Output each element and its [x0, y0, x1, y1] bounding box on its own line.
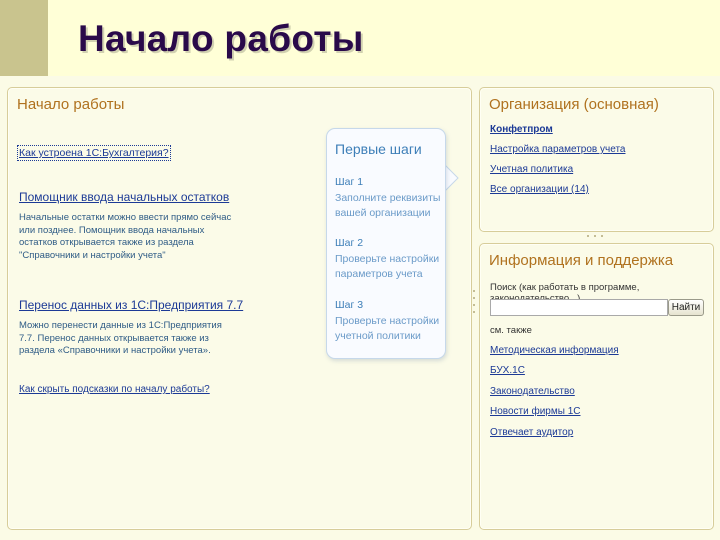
data-transfer-description: Можно перенести данные из 1С:Предприятия…: [19, 320, 222, 356]
horizontal-splitter-grip[interactable]: [585, 234, 605, 239]
opening-balances-description: Начальные остатки можно ввести прямо сей…: [19, 212, 232, 261]
buh-1c-link[interactable]: БУХ.1С: [490, 365, 525, 376]
search-button[interactable]: Найти: [668, 299, 704, 316]
organization-name-link[interactable]: Конфетпром: [490, 124, 553, 135]
search-input[interactable]: [490, 299, 668, 316]
step-3-text[interactable]: Проверьте настройки учетной политики: [335, 314, 445, 344]
step-2-label: Шаг 2: [335, 237, 364, 249]
see-also-label: см. также: [490, 325, 532, 336]
auditor-answers-link[interactable]: Отвечает аудитор: [490, 427, 573, 438]
info-support-panel: Информация и поддержка Поиск (как работа…: [479, 243, 714, 530]
slide-title-accent: [0, 0, 48, 76]
first-steps-title: Первые шаги: [335, 141, 422, 157]
start-panel-title: Начало работы: [17, 96, 125, 113]
step-1-text[interactable]: Заполните реквизиты вашей организации: [335, 191, 445, 221]
slide-title: Начало работы: [78, 18, 364, 59]
organization-panel-title: Организация (основная): [489, 96, 659, 113]
all-organizations-link[interactable]: Все организации (14): [490, 184, 589, 195]
legislation-link[interactable]: Законодательство: [490, 386, 575, 397]
first-steps-callout: Первые шаги Шаг 1 Заполните реквизиты ва…: [326, 128, 446, 359]
accounting-policy-link[interactable]: Учетная политика: [490, 164, 573, 175]
step-1-label: Шаг 1: [335, 176, 364, 188]
how-accounting-works-link[interactable]: Как устроена 1С:Бухгалтерия?: [17, 145, 171, 161]
1c-news-link[interactable]: Новости фирмы 1С: [490, 406, 581, 417]
opening-balances-wizard-link[interactable]: Помощник ввода начальных остатков: [19, 190, 229, 204]
data-transfer-link[interactable]: Перенос данных из 1С:Предприятия 7.7: [19, 298, 243, 312]
step-2-text[interactable]: Проверьте настройки параметров учета: [335, 252, 445, 282]
hide-hints-link[interactable]: Как скрыть подсказки по началу работы?: [19, 384, 210, 395]
step-3-label: Шаг 3: [335, 299, 364, 311]
accounting-settings-link[interactable]: Настройка параметров учета: [490, 144, 625, 155]
info-support-panel-title: Информация и поддержка: [489, 252, 674, 269]
methodical-info-link[interactable]: Методическая информация: [490, 345, 619, 356]
organization-panel: Организация (основная) Конфетпром Настро…: [479, 87, 714, 232]
vertical-splitter-grip[interactable]: [472, 288, 476, 318]
